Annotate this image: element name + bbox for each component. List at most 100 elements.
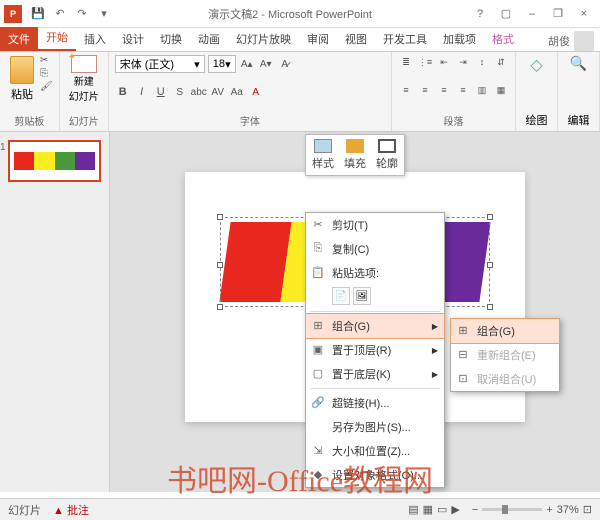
align-left-icon[interactable]: ≡ — [398, 83, 414, 97]
user-name: 胡俊 — [548, 33, 570, 49]
reading-view-icon[interactable]: ▭ — [437, 503, 447, 516]
mini-style-button[interactable]: 样式 — [308, 137, 338, 173]
italic-icon[interactable]: I — [134, 84, 150, 100]
status-slide[interactable]: 幻灯片 — [8, 502, 41, 518]
group-clipboard: 粘贴 ✂ ⎘ 🖌 剪贴板 — [0, 52, 60, 131]
zoom-in-icon[interactable]: + — [546, 504, 552, 516]
ctx-save-as-picture[interactable]: 另存为图片(S)... — [306, 415, 444, 439]
thumbnail-pane[interactable]: 1 — [0, 132, 110, 492]
mini-fill-button[interactable]: 填充 — [340, 137, 370, 173]
decrease-font-icon[interactable]: A▾ — [258, 56, 274, 72]
shapes-icon[interactable]: ◇ — [522, 55, 551, 75]
paste-opt-2[interactable]: 🖼 — [353, 287, 371, 305]
find-icon[interactable]: 🔍 — [564, 55, 593, 72]
numbering-icon[interactable]: ⋮≡ — [417, 55, 433, 69]
cut-icon[interactable]: ✂ — [40, 55, 53, 66]
mini-outline-button[interactable]: 轮廓 — [372, 137, 402, 173]
sub-group[interactable]: ⊞组合(G) — [451, 319, 559, 343]
align-center-icon[interactable]: ≡ — [417, 83, 433, 97]
bullets-icon[interactable]: ≣ — [398, 55, 414, 69]
cut-icon: ✂ — [311, 218, 325, 232]
window-title: 演示文稿2 - Microsoft PowerPoint — [112, 6, 468, 22]
new-slide-button[interactable]: 新建 幻灯片 — [66, 55, 102, 103]
tab-insert[interactable]: 插入 — [76, 27, 114, 51]
ribbon-toggle-icon[interactable]: ▢ — [494, 4, 518, 24]
minimize-icon[interactable]: – — [520, 4, 544, 24]
fill-icon — [346, 139, 364, 153]
save-icon[interactable]: 💾 — [30, 6, 46, 22]
slideshow-view-icon[interactable]: ▶ — [451, 503, 459, 516]
tab-slideshow[interactable]: 幻灯片放映 — [228, 27, 299, 51]
maximize-icon[interactable]: ❐ — [546, 4, 570, 24]
justify-icon[interactable]: ≡ — [455, 83, 471, 97]
edit-label: 编辑 — [564, 112, 593, 128]
ribbon-tabs: 文件 开始 插入 设计 切换 动画 幻灯片放映 审阅 视图 开发工具 加载项 格… — [0, 28, 600, 52]
help-icon[interactable]: ? — [468, 4, 492, 24]
slide-canvas[interactable]: 样式 填充 轮廓 ✂剪切(T) ⎘复制(C) 📋粘贴选项: 📄🖼 ⊞组合(G)▶… — [110, 132, 600, 492]
strike-icon[interactable]: S — [172, 84, 188, 100]
shadow-icon[interactable]: abc — [191, 84, 207, 100]
tab-animations[interactable]: 动画 — [190, 27, 228, 51]
font-name-combo[interactable]: 宋体 (正文)▾ — [115, 55, 205, 73]
tab-file[interactable]: 文件 — [0, 27, 38, 51]
clear-format-icon[interactable]: A̷ — [277, 56, 293, 72]
bold-icon[interactable]: B — [115, 84, 131, 100]
qat-more-icon[interactable]: ▾ — [96, 6, 112, 22]
underline-icon[interactable]: U — [153, 84, 169, 100]
close-icon[interactable]: × — [572, 4, 596, 24]
increase-font-icon[interactable]: A▴ — [239, 56, 255, 72]
slide-thumbnail-1[interactable]: 1 — [8, 140, 101, 182]
ctx-group[interactable]: ⊞组合(G)▶ — [306, 314, 444, 338]
ctx-send-back[interactable]: ▢置于底层(K)▶ — [306, 362, 444, 386]
align-right-icon[interactable]: ≡ — [436, 83, 452, 97]
user-area[interactable]: 胡俊 — [548, 31, 594, 51]
link-icon: 🔗 — [311, 396, 325, 410]
zoom-percent[interactable]: 37% — [557, 504, 579, 516]
tab-developer[interactable]: 开发工具 — [375, 27, 435, 51]
app-icon: P — [4, 5, 22, 23]
paste-options-row: 📄🖼 — [306, 285, 444, 309]
undo-icon[interactable]: ↶ — [52, 6, 68, 22]
paste-opt-1[interactable]: 📄 — [332, 287, 350, 305]
ctx-size-position[interactable]: ⇲大小和位置(Z)... — [306, 439, 444, 463]
copy-icon[interactable]: ⎘ — [40, 68, 53, 79]
indent-dec-icon[interactable]: ⇤ — [436, 55, 452, 69]
linespacing-icon[interactable]: ↕ — [474, 55, 490, 69]
columns-icon[interactable]: ▥ — [474, 83, 490, 97]
tab-review[interactable]: 审阅 — [299, 27, 337, 51]
smartart-icon[interactable]: ▦ — [493, 83, 509, 97]
redo-icon[interactable]: ↷ — [74, 6, 90, 22]
case-icon[interactable]: Aa — [229, 84, 245, 100]
tab-design[interactable]: 设计 — [114, 27, 152, 51]
sub-ungroup: ⊡取消组合(U) — [451, 367, 559, 391]
font-color-icon[interactable]: A — [248, 84, 264, 100]
status-comments[interactable]: ▲ 批注 — [53, 502, 89, 518]
sorter-view-icon[interactable]: ▦ — [423, 503, 433, 516]
ctx-format-object[interactable]: ◆设置对象格式(O)... — [306, 463, 444, 487]
tab-transitions[interactable]: 切换 — [152, 27, 190, 51]
ctx-bring-front[interactable]: ▣置于顶层(R)▶ — [306, 338, 444, 362]
paste-button[interactable]: 粘贴 — [6, 55, 38, 103]
fit-icon[interactable]: ⊡ — [583, 503, 592, 516]
group-editing: 🔍 编辑 — [558, 52, 600, 131]
sub-regroup: ⊟重新组合(E) — [451, 343, 559, 367]
spacing-icon[interactable]: AV — [210, 84, 226, 100]
zoom-out-icon[interactable]: − — [472, 504, 478, 516]
chevron-right-icon: ▶ — [432, 322, 438, 331]
zoom-slider[interactable] — [482, 508, 542, 511]
group-icon: ⊞ — [311, 319, 325, 333]
ctx-hyperlink[interactable]: 🔗超链接(H)... — [306, 391, 444, 415]
ctx-copy[interactable]: ⎘复制(C) — [306, 237, 444, 261]
tab-format[interactable]: 格式 — [484, 27, 522, 51]
indent-inc-icon[interactable]: ⇥ — [455, 55, 471, 69]
textdir-icon[interactable]: ⇵ — [493, 55, 509, 69]
tab-view[interactable]: 视图 — [337, 27, 375, 51]
style-icon — [314, 139, 332, 153]
normal-view-icon[interactable]: ▤ — [408, 503, 418, 516]
view-buttons: ▤ ▦ ▭ ▶ — [408, 503, 460, 516]
tab-home[interactable]: 开始 — [38, 25, 76, 51]
format-painter-icon[interactable]: 🖌 — [40, 81, 53, 92]
font-size-combo[interactable]: 18▾ — [208, 55, 236, 73]
tab-addins[interactable]: 加载项 — [435, 27, 484, 51]
ctx-cut[interactable]: ✂剪切(T) — [306, 213, 444, 237]
